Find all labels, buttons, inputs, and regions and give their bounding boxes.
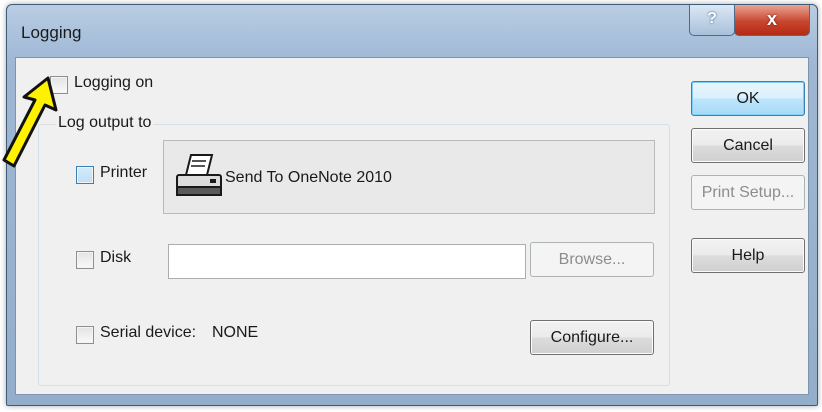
- disk-path-input[interactable]: [168, 244, 526, 279]
- dialog-title: Logging: [21, 23, 82, 42]
- disk-checkbox[interactable]: [76, 251, 94, 269]
- disk-label: Disk: [100, 249, 132, 266]
- browse-button[interactable]: Browse...: [530, 242, 654, 277]
- ok-button[interactable]: OK: [691, 81, 805, 116]
- cancel-button[interactable]: Cancel: [691, 128, 805, 163]
- printer-icon: [176, 154, 222, 196]
- logging-on-label: Logging on: [74, 74, 154, 91]
- title-bar[interactable]: Logging ? x: [7, 5, 817, 57]
- printer-checkbox[interactable]: [76, 166, 94, 184]
- printer-device-name: Send To OneNote 2010: [225, 169, 392, 186]
- logging-dialog: Logging ? x Logging on Log output to Pri…: [6, 4, 818, 406]
- serial-device-value: NONE: [212, 324, 259, 341]
- printer-device-panel[interactable]: Send To OneNote 2010: [163, 140, 655, 214]
- print-setup-button[interactable]: Print Setup...: [691, 175, 805, 210]
- help-button[interactable]: Help: [691, 238, 805, 273]
- log-output-group-label: Log output to: [56, 114, 154, 132]
- dialog-client-area: Logging on Log output to Printer Send To…: [15, 57, 809, 395]
- help-title-button[interactable]: ?: [689, 5, 735, 36]
- serial-device-label: Serial device:: [100, 324, 197, 341]
- close-button[interactable]: x: [734, 5, 810, 36]
- printer-label: Printer: [100, 164, 148, 181]
- annotation-arrow-icon: [2, 76, 58, 168]
- serial-device-checkbox[interactable]: [76, 326, 94, 344]
- configure-button[interactable]: Configure...: [530, 320, 654, 355]
